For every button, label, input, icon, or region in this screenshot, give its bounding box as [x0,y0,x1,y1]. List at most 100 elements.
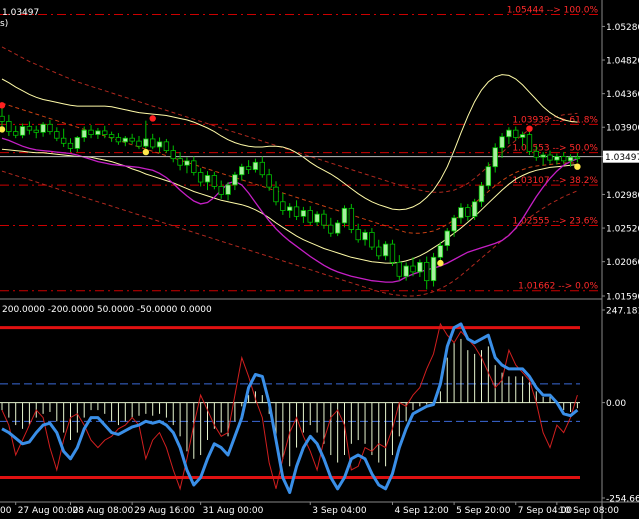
candle-body [239,166,245,176]
price-label: 1.02060 [606,258,639,268]
candle-body [143,138,149,147]
price-label: 1.05280 [606,23,639,33]
candle-body [334,222,341,234]
candle-body [567,156,574,162]
candle-body [225,184,231,195]
candle-body [232,174,238,186]
candle-body [362,232,368,241]
candle-body [280,201,286,211]
candle-body [458,207,464,219]
candle-body [430,256,437,282]
candle-body [341,207,348,224]
candle-body [88,129,94,135]
candle-body [540,154,546,158]
candle-body [0,115,5,122]
candle-body [6,120,12,133]
yellow-signal-dot [574,163,581,170]
time-label: 5 Sep 20:00 [456,506,511,516]
candle-body [170,150,176,160]
candle-body [506,129,512,138]
candle-body [300,210,307,217]
candle-body [102,130,108,135]
candle-body [191,160,197,173]
yellow-signal-dot [437,259,444,267]
candle-body [156,141,163,148]
candle-body [136,140,142,147]
price-label: 1.02980 [606,191,639,201]
candle-body [74,137,81,149]
candle-body [533,150,539,158]
time-label: 3 Sep 04:00 [312,506,367,516]
candle-body [478,185,485,203]
candle-body [389,243,396,263]
candle-body [307,210,313,223]
time-label: 10 Sep 08:00 [559,506,619,516]
candle-body [499,136,505,149]
candle-body [513,129,519,138]
main-header-sub: s) [0,19,8,29]
candle-body [286,206,293,211]
candle-body [95,130,101,135]
candle-body [348,207,355,230]
candle-body [129,137,135,142]
candle-body [444,230,450,246]
candle-body [149,138,156,148]
price-label: 1.03900 [606,124,639,134]
yellow-signal-dot [142,148,150,156]
candle-body [67,142,74,149]
candle-body [47,123,53,133]
price-label: 1.04820 [606,57,639,67]
candle-body [526,134,533,152]
candle-body [54,131,60,139]
candle-body [403,265,409,277]
price-label: 1.01590 [606,293,639,303]
candle [526,130,533,155]
cci-axis-label: 0.00 [606,399,626,409]
red-signal-dot [526,125,533,132]
candle [348,203,355,234]
cci-axis-label: 247.1813 [606,307,639,317]
chart-background [0,0,639,519]
fib-label: 1.02555 --> 23.6% [512,217,598,227]
candle-body [547,154,553,161]
candle-body [321,213,327,226]
candle-body [492,147,498,168]
candle-body [163,141,170,152]
candle-body [382,243,389,257]
candle-body [417,261,423,273]
price-axis: 1.05280 1.04820 1.04360 1.03900 1.03497 1.029… [602,23,639,303]
cci-axis-label: -254.662 [606,495,639,505]
candle-body [245,166,252,171]
candle-body [574,156,581,160]
candle-body [328,224,334,234]
red-signal-dot [149,115,156,122]
candle-body [122,137,128,143]
fib-label: 1.03107 --> 38.2% [512,176,598,186]
candle-body [376,246,382,257]
candle-body [561,156,567,162]
candle-body [471,201,478,217]
candle-body [355,229,361,241]
candle-body [252,161,259,171]
candle-body [410,265,416,273]
candle-body [60,137,67,144]
candle-body [184,160,190,166]
candle-body [26,126,33,131]
candle-body [266,174,272,188]
fib-label: 1.05444 --> 100.0% [507,5,599,15]
candle-body [211,175,218,187]
time-label: 31 Aug 00:00 [203,506,264,516]
candle-body [423,261,430,282]
candle-body [465,207,471,217]
candle-body [19,126,26,136]
time-label: 28 Aug 08:00 [73,506,134,516]
candle-body [204,175,211,183]
candle-body [40,123,46,133]
candle [485,162,492,190]
time-label: 27 Aug 00:00 [18,506,79,516]
candle-body [554,156,560,161]
price-label: 1.02520 [606,225,639,235]
trading-chart: 1.05444 --> 100.0%1.03939 --> 61.8%1.035… [0,0,639,519]
time-label: 29 Aug 16:00 [134,506,195,516]
fib-label: 1.03553 --> 50.0% [512,144,598,154]
